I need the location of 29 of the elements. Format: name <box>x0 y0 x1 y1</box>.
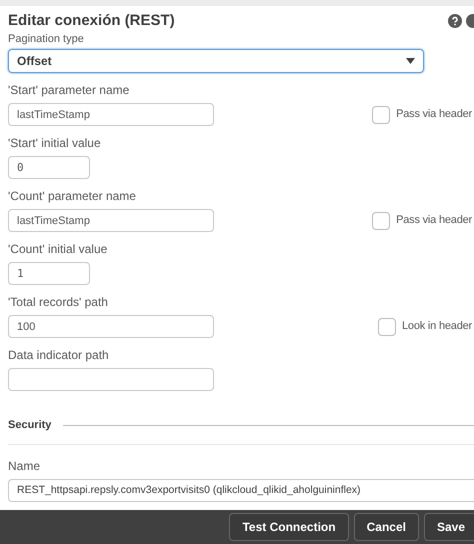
checkbox[interactable] <box>372 212 390 230</box>
footer-button[interactable]: Save <box>424 513 474 541</box>
section-heading: Security <box>8 418 52 433</box>
footer-button[interactable]: Test Connection <box>229 513 349 541</box>
input-field[interactable] <box>8 368 214 391</box>
input-field[interactable]: REST_httpsapi.repsly.comv3exportvisits0 (qlikcloud_qlikid_aholguininflex) <box>8 478 474 502</box>
field-label: Name <box>8 458 42 474</box>
field-label: 'Start' parameter name <box>8 83 130 97</box>
pagination-dropdown[interactable]: Offset <box>8 49 424 73</box>
window-title: Editar conexión (REST) <box>8 10 175 31</box>
checkbox[interactable] <box>378 318 396 336</box>
checkbox-label: Look in header <box>402 319 472 334</box>
field-label: 'Count' initial value <box>8 242 108 256</box>
input-field[interactable]: 0 <box>8 156 90 179</box>
checkbox-label: Pass via header <box>396 107 472 122</box>
input-field[interactable]: 100 <box>8 315 214 338</box>
checkbox-label: Pass via header <box>396 213 472 228</box>
input-field[interactable]: lastTimeStamp <box>8 103 214 126</box>
caret-icon <box>406 58 415 64</box>
field-label: 'Start' initial value <box>8 136 102 150</box>
field-label: 'Count' parameter name <box>8 189 137 203</box>
input-field[interactable]: lastTimeStamp <box>8 209 214 232</box>
input-field[interactable]: 1 <box>8 262 90 285</box>
field-label: 'Total records' path <box>8 295 109 309</box>
footer-button[interactable]: Cancel <box>354 513 419 541</box>
help-icon[interactable] <box>448 14 462 28</box>
field-label: Data indicator path <box>8 348 110 362</box>
checkbox[interactable] <box>372 106 390 124</box>
field-label: Pagination type <box>8 34 85 45</box>
